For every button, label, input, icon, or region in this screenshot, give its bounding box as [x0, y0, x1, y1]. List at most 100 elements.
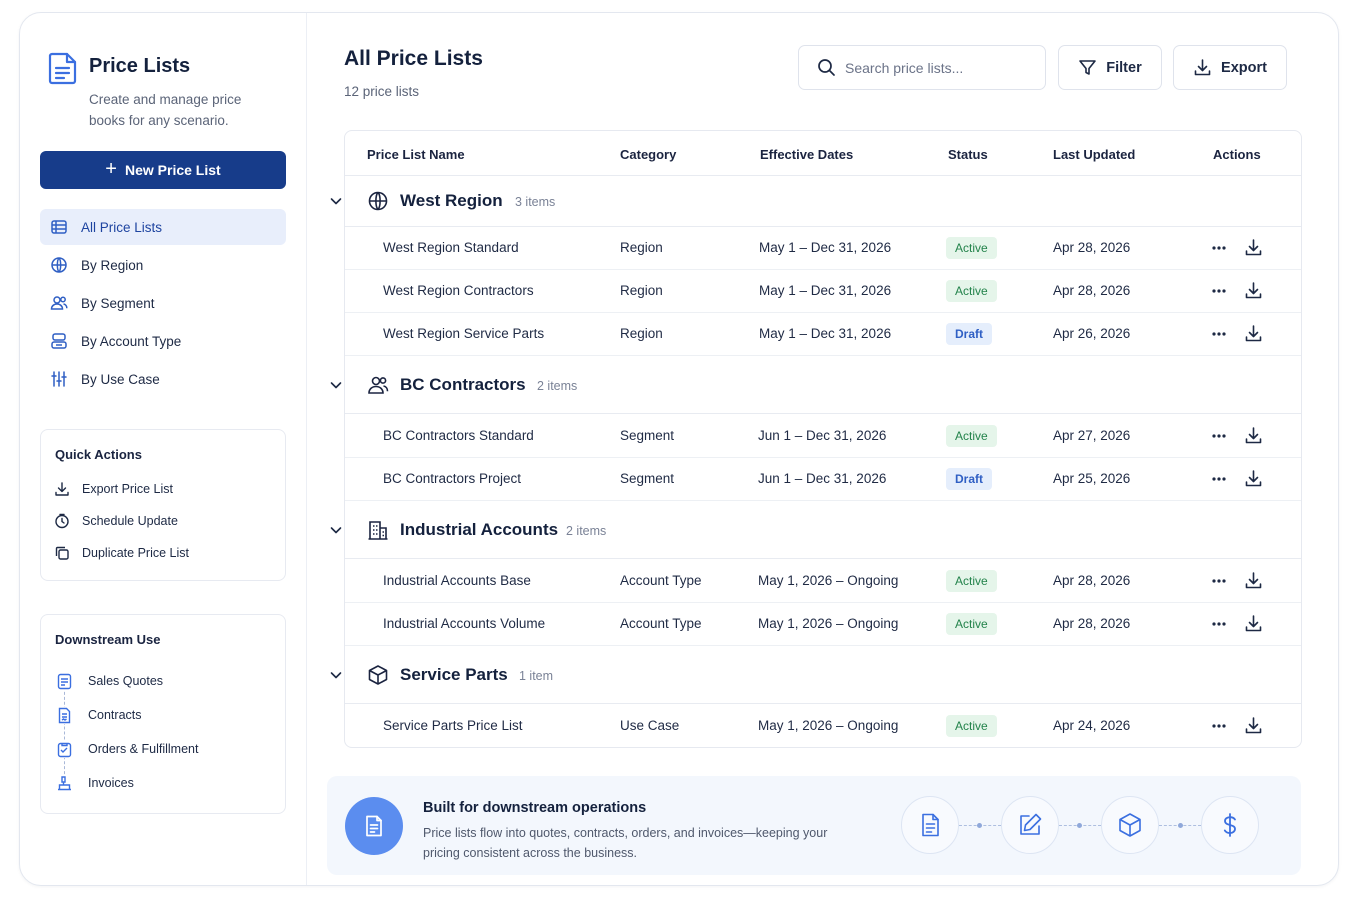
price-list-name: West Region Service Parts [383, 326, 545, 341]
download-icon[interactable] [1244, 614, 1263, 633]
more-options-icon[interactable] [1211, 717, 1227, 735]
filter-label: Filter [1106, 59, 1142, 76]
search-input[interactable] [845, 59, 1025, 76]
chevron-down-icon[interactable] [328, 522, 344, 538]
search-box[interactable] [798, 45, 1046, 90]
category-cell: Region [620, 240, 663, 255]
price-list-name: Industrial Accounts Volume [383, 616, 546, 631]
downstream-item-contracts: Contracts [56, 698, 285, 732]
dates-cell: May 1 – Dec 31, 2026 [759, 283, 892, 298]
nav-item-by-use-case[interactable]: By Use Case [40, 361, 286, 397]
table-row[interactable]: Industrial Accounts Volume Account Type … [345, 603, 1301, 646]
price-list-name: Industrial Accounts Base [383, 573, 531, 588]
schedule-update-action[interactable]: Schedule Update [41, 505, 285, 537]
column-header[interactable]: Category [620, 147, 676, 162]
status-badge: Draft [946, 468, 993, 490]
status-badge: Active [946, 425, 997, 447]
group-header-service-parts[interactable]: Service Parts 1 item [330, 646, 1301, 704]
more-options-icon[interactable] [1211, 470, 1227, 488]
download-icon[interactable] [1244, 571, 1263, 590]
downstream-item-orders-fulfillment: Orders & Fulfillment [56, 732, 285, 766]
status-badge: Active [946, 237, 997, 259]
downstream-label: Invoices [88, 776, 134, 790]
chevron-down-icon[interactable] [328, 667, 344, 683]
more-options-icon[interactable] [1211, 572, 1227, 590]
export-button[interactable]: Export [1173, 45, 1287, 90]
invoice-icon [56, 774, 73, 792]
price-lists-table: Price List Name Category Effective Dates… [330, 130, 1302, 748]
users-icon [50, 296, 68, 310]
action-label: Export Price List [82, 482, 174, 496]
download-icon [55, 482, 69, 496]
duplicate-price-list-action[interactable]: Duplicate Price List [41, 537, 285, 569]
download-icon[interactable] [1244, 426, 1263, 445]
download-icon[interactable] [1244, 716, 1263, 735]
dates-cell: Jun 1 – Dec 31, 2026 [758, 428, 887, 443]
downstream-item-sales-quotes: Sales Quotes [56, 664, 285, 698]
group-header-industrial-accounts[interactable]: Industrial Accounts 2 items [330, 501, 1301, 559]
more-options-icon[interactable] [1211, 615, 1227, 633]
table-row[interactable]: Service Parts Price List Use Case May 1,… [345, 705, 1301, 748]
document-icon [366, 815, 382, 837]
duplicate-icon [55, 546, 69, 560]
app-frame: Price Lists Create and manage price book… [19, 12, 1339, 886]
updated-cell: Apr 26, 2026 [1053, 326, 1131, 341]
download-icon[interactable] [1244, 324, 1263, 343]
downstream-use-title: Downstream Use [55, 632, 161, 647]
nav-item-by-region[interactable]: By Region [40, 247, 286, 283]
nav-item-all-price-lists[interactable]: All Price Lists [40, 209, 286, 245]
price-list-name: Service Parts Price List [383, 718, 523, 733]
table-row[interactable]: West Region Contractors Region May 1 – D… [345, 270, 1301, 313]
column-header[interactable]: Effective Dates [760, 147, 853, 162]
more-options-icon[interactable] [1211, 282, 1227, 300]
group-count: 2 items [566, 524, 607, 538]
contract-icon [56, 706, 73, 724]
category-cell: Account Type [620, 616, 702, 631]
table-header: Price List Name Category Effective Dates… [345, 131, 1301, 176]
dollar-icon [1223, 813, 1236, 837]
column-header: Actions [1213, 147, 1261, 162]
more-options-icon[interactable] [1211, 427, 1227, 445]
filter-button[interactable]: Filter [1058, 45, 1162, 90]
price-list-name: West Region Standard [383, 240, 519, 255]
status-badge: Active [946, 613, 997, 635]
table-row[interactable]: Industrial Accounts Base Account Type Ma… [345, 560, 1301, 603]
updated-cell: Apr 28, 2026 [1053, 283, 1131, 298]
nav-item-by-account-type[interactable]: By Account Type [40, 323, 286, 359]
download-icon[interactable] [1244, 281, 1263, 300]
group-name: BC Contractors [400, 375, 526, 394]
group-count: 3 items [515, 195, 556, 209]
downstream-list: Sales Quotes Contracts Orders & Fulfillm… [41, 664, 285, 800]
page-title: All Price Lists [344, 47, 483, 70]
downstream-use-card: Downstream Use Sales Quotes Contracts Or… [40, 614, 286, 814]
new-price-list-label: New Price List [124, 162, 221, 178]
nav-item-by-segment[interactable]: By Segment [40, 285, 286, 321]
export-price-list-action[interactable]: Export Price List [41, 473, 285, 505]
new-price-list-button[interactable]: + New Price List [40, 151, 286, 189]
more-options-icon[interactable] [1211, 239, 1227, 257]
table-row[interactable]: BC Contractors Project Segment Jun 1 – D… [345, 458, 1301, 501]
flow-dot [1178, 823, 1183, 828]
group-header-bc-contractors[interactable]: BC Contractors 2 items [330, 356, 1301, 414]
table-row[interactable]: West Region Standard Region May 1 – Dec … [345, 227, 1301, 270]
group-name: West Region [400, 191, 503, 210]
chevron-down-icon[interactable] [328, 193, 344, 209]
clock-icon [55, 513, 69, 529]
more-options-icon[interactable] [1211, 325, 1227, 343]
quote-icon [56, 672, 73, 690]
edit-icon [1020, 813, 1042, 835]
table-row[interactable]: West Region Service Parts Region May 1 –… [345, 313, 1301, 356]
column-header[interactable]: Price List Name [367, 147, 465, 162]
downstream-item-invoices: Invoices [56, 766, 285, 800]
group-header-west-region[interactable]: West Region 3 items [330, 176, 1301, 227]
table-row[interactable]: BC Contractors Standard Segment Jun 1 – … [345, 415, 1301, 458]
document-icon [922, 813, 939, 837]
updated-cell: Apr 24, 2026 [1053, 718, 1131, 733]
download-icon[interactable] [1244, 469, 1263, 488]
column-header[interactable]: Status [948, 147, 988, 162]
downstream-label: Sales Quotes [88, 674, 164, 688]
updated-cell: Apr 27, 2026 [1053, 428, 1131, 443]
column-header[interactable]: Last Updated [1053, 147, 1135, 162]
download-icon[interactable] [1244, 238, 1263, 257]
chevron-down-icon[interactable] [328, 377, 344, 393]
